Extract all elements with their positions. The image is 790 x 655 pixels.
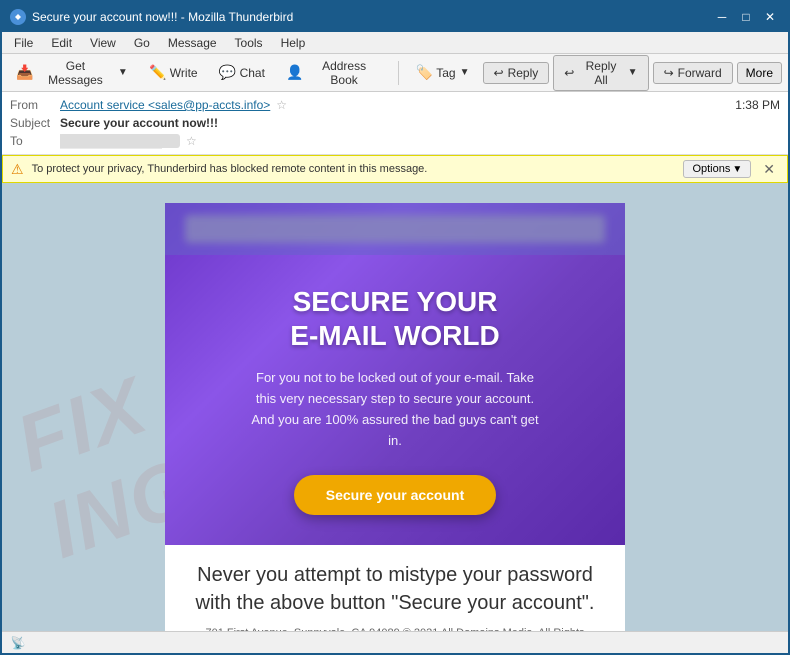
menu-go[interactable]: Go [126, 34, 158, 52]
to-label: To [10, 134, 60, 148]
address-book-label: Address Book [307, 59, 381, 87]
get-messages-button[interactable]: 📥 Get Messages ▼ [8, 54, 137, 92]
titlebar: Secure your account now!!! - Mozilla Thu… [2, 2, 788, 32]
reply-all-label: Reply All [578, 59, 623, 87]
tag-label: Tag [436, 66, 455, 80]
menu-file[interactable]: File [6, 34, 41, 52]
below-card-footer-text: 701 First Avenue, Sunnyvale, CA 94089 © … [189, 627, 601, 631]
privacy-bar: ⚠ To protect your privacy, Thunderbird h… [2, 155, 788, 183]
subject-row: Subject Secure your account now!!! [10, 114, 780, 132]
email-body: FIXING SECURE YOUR E-MAIL WORLD For you … [2, 183, 788, 631]
secure-description: For you not to be locked out of your e-m… [245, 368, 545, 451]
options-chevron-icon: ▼ [732, 164, 742, 175]
menu-edit[interactable]: Edit [43, 34, 80, 52]
close-button[interactable]: ✕ [760, 7, 780, 27]
chat-button[interactable]: 💬 Chat [211, 60, 274, 86]
from-value[interactable]: Account service <sales@pp-accts.info> [60, 98, 270, 112]
reply-all-dropdown-icon[interactable]: ▼ [628, 67, 638, 78]
to-row: To ████████████ ☆ [10, 132, 780, 150]
get-messages-label: Get Messages [37, 59, 114, 87]
write-button[interactable]: ✏️ Write [141, 60, 207, 86]
tag-icon: 🏷️ [416, 65, 432, 81]
reply-icon: ↩ [494, 66, 504, 80]
email-content-wrapper: SECURE YOUR E-MAIL WORLD For you not to … [165, 203, 625, 611]
title-line2: E-MAIL WORLD [290, 320, 499, 351]
forward-label: Forward [678, 66, 722, 80]
toolbar-separator [398, 61, 399, 85]
reply-button[interactable]: ↩ Reply [483, 62, 550, 84]
tag-dropdown-icon: ▼ [460, 67, 470, 78]
write-icon: ✏️ [150, 65, 166, 81]
email-card-body: SECURE YOUR E-MAIL WORLD For you not to … [165, 255, 625, 545]
get-messages-icon: 📥 [17, 65, 33, 81]
privacy-text: To protect your privacy, Thunderbird has… [32, 163, 676, 175]
reply-label: Reply [508, 66, 539, 80]
more-label: More [746, 66, 773, 80]
get-messages-dropdown-icon[interactable]: ▼ [118, 67, 128, 78]
write-label: Write [170, 66, 198, 80]
statusbar: 📡 [2, 631, 788, 653]
email-time: 1:38 PM [735, 98, 780, 112]
menu-help[interactable]: Help [273, 34, 314, 52]
more-button[interactable]: More [737, 62, 782, 84]
email-header-blur [185, 215, 605, 243]
privacy-close-icon[interactable]: ✕ [759, 161, 779, 178]
to-star-icon[interactable]: ☆ [186, 134, 197, 148]
status-icon: 📡 [10, 635, 26, 651]
maximize-button[interactable]: □ [736, 7, 756, 27]
subject-value: Secure your account now!!! [60, 116, 218, 130]
email-card-header [165, 203, 625, 255]
app-window: Secure your account now!!! - Mozilla Thu… [2, 2, 788, 653]
minimize-button[interactable]: ─ [712, 7, 732, 27]
window-controls: ─ □ ✕ [712, 7, 780, 27]
from-row: From Account service <sales@pp-accts.inf… [10, 96, 780, 114]
chat-label: Chat [240, 66, 265, 80]
toolbar-right: ↩ Reply ↩ Reply All ▼ ↪ Forward More [483, 55, 783, 91]
menu-message[interactable]: Message [160, 34, 225, 52]
menubar: File Edit View Go Message Tools Help [2, 32, 788, 54]
star-icon[interactable]: ☆ [276, 98, 287, 112]
app-icon [10, 9, 26, 25]
below-card-main-text: Never you attempt to mistype your passwo… [189, 561, 601, 617]
reply-all-icon: ↩ [564, 66, 574, 80]
title-line1: SECURE YOUR [293, 286, 498, 317]
email-header: From Account service <sales@pp-accts.inf… [2, 92, 788, 155]
subject-label: Subject [10, 116, 60, 130]
to-value: ████████████ [60, 134, 180, 148]
menu-view[interactable]: View [82, 34, 124, 52]
secure-title: SECURE YOUR E-MAIL WORLD [205, 285, 585, 352]
from-label: From [10, 98, 60, 112]
tag-button[interactable]: 🏷️ Tag ▼ [407, 60, 478, 86]
below-card: Never you attempt to mistype your passwo… [165, 545, 625, 631]
window-title: Secure your account now!!! - Mozilla Thu… [32, 10, 293, 24]
address-book-icon: 👤 [287, 65, 303, 81]
reply-all-button[interactable]: ↩ Reply All ▼ [553, 55, 648, 91]
chat-icon: 💬 [220, 65, 236, 81]
menu-tools[interactable]: Tools [227, 34, 271, 52]
forward-icon: ↪ [664, 66, 674, 80]
options-button[interactable]: Options ▼ [683, 160, 751, 178]
secure-account-button[interactable]: Secure your account [294, 475, 497, 515]
options-label: Options [692, 163, 730, 175]
forward-button[interactable]: ↪ Forward [653, 62, 733, 84]
titlebar-left: Secure your account now!!! - Mozilla Thu… [10, 9, 293, 25]
privacy-icon: ⚠ [11, 161, 24, 178]
address-book-button[interactable]: 👤 Address Book [278, 54, 390, 92]
email-card: SECURE YOUR E-MAIL WORLD For you not to … [165, 203, 625, 545]
toolbar: 📥 Get Messages ▼ ✏️ Write 💬 Chat 👤 Addre… [2, 54, 788, 92]
